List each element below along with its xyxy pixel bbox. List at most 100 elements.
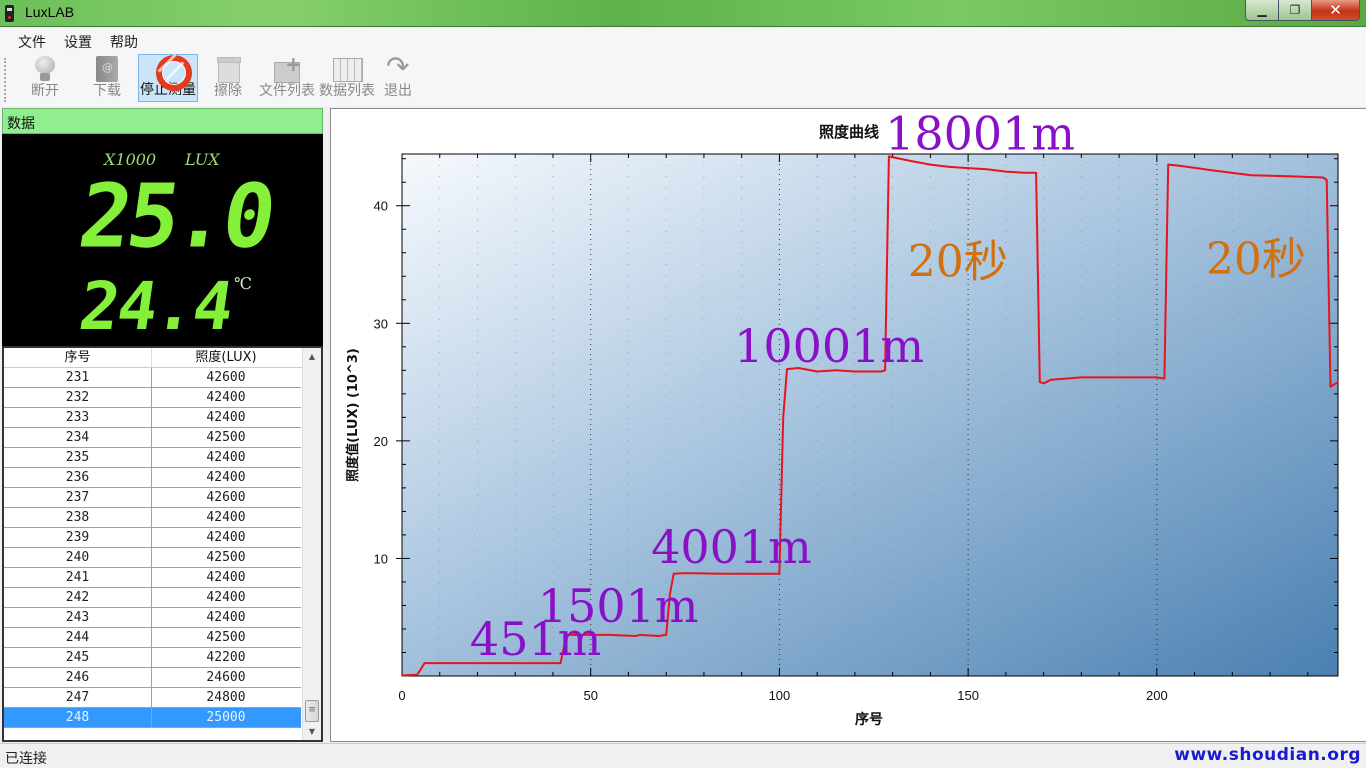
data-point (948, 166, 951, 168)
chart-title: 照度曲线 (819, 123, 879, 141)
table-row[interactable]: 246 24600 (4, 668, 301, 688)
data-point (1337, 381, 1339, 383)
data-table[interactable]: 序号 照度(LUX) 231 42600 232 42400 233 42400 234 42… (2, 346, 323, 742)
table-row[interactable]: 238 42400 (4, 508, 301, 528)
erase-button[interactable]: 擦除 (200, 54, 256, 102)
erase-label: 擦除 (214, 83, 242, 99)
data-point (1288, 175, 1290, 178)
data-point (1178, 164, 1181, 167)
table-row[interactable]: 244 42500 (4, 628, 301, 648)
data-point (665, 634, 667, 636)
table-body: 231 42600 232 42400 233 42400 234 42500 235 42400… (4, 368, 301, 728)
y-tick-label: 10 (374, 551, 388, 566)
data-point (1023, 172, 1026, 174)
y-tick-label: 30 (374, 316, 388, 331)
table-row[interactable]: 239 42400 (4, 528, 301, 548)
exit-button[interactable]: 退出 (378, 50, 418, 102)
spreadsheet-icon (333, 56, 363, 82)
cell-lux: 42400 (206, 530, 246, 545)
cell-lux: 42400 (206, 390, 246, 405)
scroll-down-icon[interactable]: ▼ (303, 723, 321, 740)
scroll-thumb[interactable]: ≡ (305, 700, 319, 722)
table-row[interactable]: 237 42600 (4, 488, 301, 508)
table-row[interactable]: 236 42400 (4, 468, 301, 488)
restore-icon: ❐ (1289, 3, 1301, 17)
table-row[interactable]: 231 42600 (4, 368, 301, 388)
table-row[interactable]: 243 42400 (4, 608, 301, 628)
cell-lux: 24800 (206, 690, 246, 705)
data-point (401, 674, 403, 677)
cell-lux: 24600 (206, 670, 246, 685)
menu-file[interactable]: 文件 (9, 28, 55, 54)
table-row[interactable]: 247 24800 (4, 688, 301, 708)
vertical-scrollbar[interactable]: ▲ ≡ ▼ (302, 348, 321, 740)
chart-annotation: 20秒 (908, 236, 1008, 287)
cell-lux: 42400 (206, 590, 246, 605)
data-point (1163, 377, 1166, 380)
disconnect-button[interactable]: 断开 (14, 54, 76, 102)
table-row[interactable]: 241 42400 (4, 568, 301, 588)
data-point (910, 160, 913, 162)
cell-index: 237 (4, 488, 152, 507)
data-point (986, 168, 988, 171)
table-row[interactable]: 234 42500 (4, 428, 301, 448)
data-point (1250, 174, 1252, 176)
data-point (1156, 376, 1158, 379)
column-header-lux[interactable]: 照度(LUX) (152, 348, 300, 367)
table-row[interactable]: 240 42500 (4, 548, 301, 568)
chart-panel: 0 50 100 150 200 10 20 30 40 照度曲线 序号 照度值(LUX) (10^3… (330, 108, 1366, 742)
restore-button[interactable]: ❐ (1279, 0, 1312, 21)
redo-arrow-icon (384, 50, 412, 83)
exit-label: 退出 (384, 83, 412, 99)
lcd-display: X1000 LUX 25.0 24.4 ℃ (2, 134, 323, 346)
table-row[interactable]: 242 42400 (4, 588, 301, 608)
data-point (1322, 176, 1324, 179)
data-point (420, 668, 422, 670)
stop-measure-button[interactable]: 停止测量 (138, 54, 198, 102)
chart-annotation: 1501m (538, 579, 699, 633)
folder-add-icon (273, 52, 302, 83)
cell-lux: 42600 (206, 490, 246, 505)
table-header: 序号 照度(LUX) (4, 348, 321, 368)
data-list-button[interactable]: 数据列表 (318, 54, 376, 102)
menu-settings[interactable]: 设置 (55, 28, 101, 54)
lifebuoy-icon (154, 55, 192, 91)
y-tick-label: 20 (374, 434, 388, 449)
close-button[interactable]: ✕ (1312, 0, 1360, 21)
toolbar: 断开 下载 停止测量 擦除 文件列表 数据列表 退出 (0, 50, 1366, 106)
status-bar: 已连接 www.shoudian.org (0, 743, 1366, 768)
y-tick-label: 40 (374, 199, 388, 214)
table-row[interactable]: 232 42400 (4, 388, 301, 408)
file-list-button[interactable]: 文件列表 (258, 52, 316, 102)
column-header-index[interactable]: 序号 (4, 348, 152, 367)
y-axis-label: 照度值(LUX) (10^3) (345, 348, 361, 482)
toolbar-grip[interactable] (4, 58, 8, 102)
table-row[interactable]: 248 25000 (4, 708, 301, 728)
watermark: www.shoudian.org (1174, 745, 1361, 765)
data-point (1333, 383, 1336, 386)
data-point (782, 416, 784, 419)
menu-help[interactable]: 帮助 (101, 28, 147, 54)
cell-index: 241 (4, 568, 152, 587)
download-label: 下载 (93, 83, 121, 99)
table-row[interactable]: 245 42200 (4, 648, 301, 668)
data-point (1080, 376, 1083, 379)
cell-index: 240 (4, 548, 152, 567)
table-row[interactable]: 233 42400 (4, 408, 301, 428)
app-icon (5, 5, 14, 22)
x-tick-label: 200 (1146, 688, 1168, 703)
cell-lux: 42400 (206, 610, 246, 625)
download-button[interactable]: 下载 (78, 54, 136, 102)
address-book-icon (93, 56, 121, 82)
chart-annotation: 20秒 (1206, 234, 1306, 285)
minimize-button[interactable]: ▁ (1245, 0, 1279, 21)
cell-index: 238 (4, 508, 152, 527)
cell-index: 233 (4, 408, 152, 427)
recycle-bin-icon (214, 56, 242, 83)
data-point (1329, 385, 1332, 388)
data-list-label: 数据列表 (319, 83, 375, 99)
table-row[interactable]: 235 42400 (4, 448, 301, 468)
scroll-up-icon[interactable]: ▲ (303, 348, 321, 365)
cell-index: 242 (4, 588, 152, 607)
cell-index: 247 (4, 688, 152, 707)
